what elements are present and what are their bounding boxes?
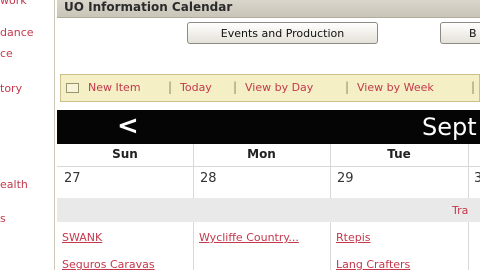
weekday-header-row: Sun Mon Tue <box>57 144 480 167</box>
events-production-button[interactable]: Events and Production <box>187 22 378 44</box>
today-link[interactable]: Today <box>180 81 212 94</box>
sidebar-link-tory[interactable]: tory <box>0 82 22 95</box>
calendar-month-header: < Sept <box>57 110 480 144</box>
toolbar-separator: | <box>233 80 238 94</box>
toolbar-separator: | <box>345 80 350 94</box>
title-bar: UO Information Calendar <box>57 0 480 18</box>
sidebar-link-s[interactable]: s <box>0 212 6 225</box>
toolbar-separator: | <box>471 80 476 94</box>
weekday-sun: Sun <box>112 147 138 161</box>
day-number[interactable]: 28 <box>200 171 217 186</box>
event-link-wycliffe[interactable]: Wycliffe Country... <box>199 231 299 244</box>
previous-month-arrow-icon[interactable]: < <box>117 112 139 140</box>
sidebar-link-health[interactable]: ealth <box>0 178 28 191</box>
calendar-toolbar: New Item | Today | View by Day | View by… <box>60 74 480 102</box>
event-link-seguros[interactable]: Seguros Caravas <box>62 258 155 271</box>
second-button[interactable]: B <box>440 22 480 44</box>
left-sidebar: work dance ce tory ealth s <box>0 0 48 270</box>
band-event-link[interactable]: Tra <box>452 204 468 217</box>
toolbar-separator: | <box>168 80 173 94</box>
day-number[interactable]: 29 <box>337 171 354 186</box>
sidebar-link-work[interactable]: work <box>0 0 27 7</box>
event-link-rtepis[interactable]: Rtepis <box>336 231 371 244</box>
day-number[interactable]: 3 <box>474 171 480 186</box>
content-divider <box>54 0 55 270</box>
day-number[interactable]: 27 <box>64 171 81 186</box>
weekday-tue: Tue <box>387 147 411 161</box>
page-title: UO Information Calendar <box>64 0 233 14</box>
new-item-icon[interactable] <box>66 83 79 93</box>
sidebar-link-ce[interactable]: ce <box>0 47 13 60</box>
weekday-mon: Mon <box>247 147 276 161</box>
event-link-lang-crafters[interactable]: Lang Crafters <box>336 258 410 271</box>
event-link-swank[interactable]: SWANK <box>62 231 102 244</box>
view-by-day-link[interactable]: View by Day <box>245 81 313 94</box>
view-by-week-link[interactable]: View by Week <box>357 81 434 94</box>
new-item-link[interactable]: New Item <box>88 81 141 94</box>
event-band <box>57 198 480 222</box>
sidebar-link-dance[interactable]: dance <box>0 26 34 39</box>
month-title: Sept <box>422 113 477 141</box>
